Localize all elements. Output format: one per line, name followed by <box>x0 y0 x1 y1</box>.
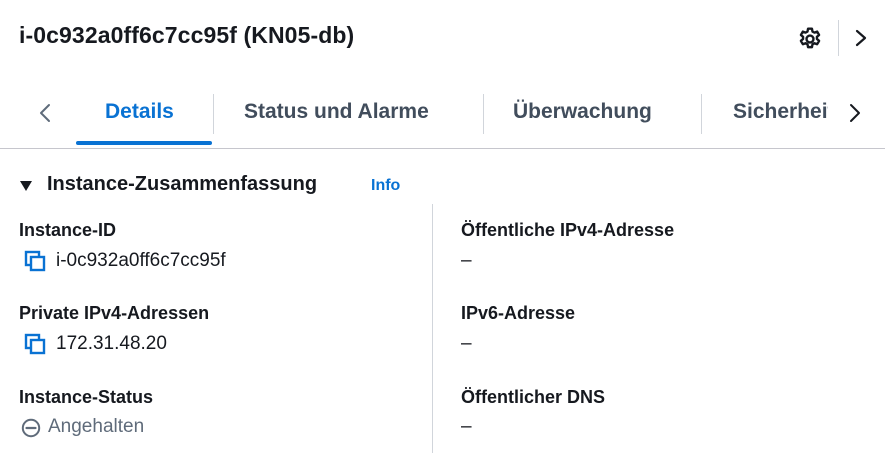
section-title[interactable]: Instance-Zusammenfassung <box>47 173 317 196</box>
instance-status-value: Angehalten <box>48 416 145 437</box>
instance-id-value: i-0c932a0ff6c7cc95f <box>56 250 226 271</box>
header-divider <box>838 20 839 56</box>
page-title: i-0c932a0ff6c7cc95f (KN05-db) <box>19 22 355 48</box>
tabs-viewport: Details Status und Alarme Überwachung Si… <box>74 90 828 148</box>
caret-down-icon[interactable] <box>19 180 33 192</box>
tab-sicherheit[interactable]: Sicherheit <box>733 100 828 128</box>
info-link[interactable]: Info <box>371 177 400 195</box>
tab-details[interactable]: Details <box>105 100 174 128</box>
tab-scroll-right-icon[interactable] <box>844 102 864 124</box>
instance-details-page: i-0c932a0ff6c7cc95f (KN05-db) Details St… <box>0 0 885 453</box>
instance-id-label: Instance-ID <box>19 220 117 240</box>
chevron-right-icon[interactable] <box>853 28 869 48</box>
public-ipv4-value: – <box>461 250 472 271</box>
active-tab-indicator <box>76 141 212 145</box>
tab-scroll-left-icon[interactable] <box>36 102 56 124</box>
tab-status-und-alarme[interactable]: Status und Alarme <box>244 100 429 128</box>
instance-status-label: Instance-Status <box>19 387 154 407</box>
public-ipv4-label: Öffentliche IPv4-Adresse <box>461 220 675 240</box>
tab-ueberwachung[interactable]: Überwachung <box>513 100 652 128</box>
gear-icon[interactable] <box>797 26 823 52</box>
tab-divider <box>213 94 214 134</box>
column-divider <box>432 204 433 453</box>
ipv6-value: – <box>461 333 472 354</box>
private-ipv4-label: Private IPv4-Adressen <box>19 303 210 323</box>
copy-icon[interactable] <box>24 250 46 272</box>
tab-bar: Details Status und Alarme Überwachung Si… <box>0 90 885 148</box>
tab-bar-divider <box>0 148 885 149</box>
stopped-status-icon <box>21 418 41 438</box>
ipv6-label: IPv6-Adresse <box>461 303 576 323</box>
public-dns-label: Öffentlicher DNS <box>461 387 606 407</box>
private-ipv4-value: 172.31.48.20 <box>56 333 167 354</box>
tab-divider <box>701 94 702 134</box>
copy-icon[interactable] <box>24 333 46 355</box>
tab-divider <box>483 94 484 134</box>
public-dns-value: – <box>461 416 472 437</box>
